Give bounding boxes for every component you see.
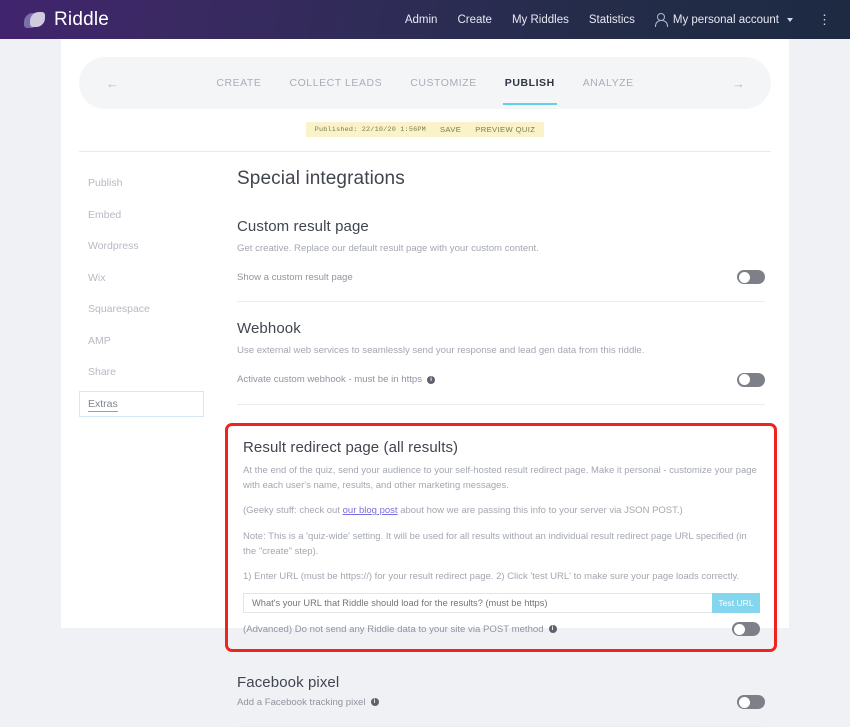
custom-result-toggle-label: Show a custom result page	[237, 272, 353, 283]
section-webhook: Webhook Use external web services to sea…	[237, 320, 765, 386]
step-navigation: ← CREATE COLLECT LEADS CUSTOMIZE PUBLISH…	[79, 57, 771, 109]
sidebar-item-wordpress[interactable]: Wordpress	[79, 233, 204, 259]
redirect-advanced-toggle[interactable]	[732, 622, 760, 636]
redirect-url-row: Test URL	[243, 593, 760, 613]
redirect-advanced-row: (Advanced) Do not send any Riddle data t…	[243, 622, 760, 636]
nav-link-my-riddles[interactable]: My Riddles	[512, 14, 569, 26]
sidebar-item-squarespace[interactable]: Squarespace	[79, 296, 204, 322]
nav-link-admin[interactable]: Admin	[405, 14, 438, 26]
brand-name: Riddle	[54, 9, 109, 31]
publish-status-bar: Published: 22/10/20 1:56PM SAVE PREVIEW …	[306, 122, 545, 137]
facebook-toggle[interactable]	[737, 695, 765, 709]
custom-result-title: Custom result page	[237, 218, 765, 235]
redirect-paragraph-4: 1) Enter URL (must be https://) for your…	[243, 570, 760, 585]
sidebar: Publish Embed Wordpress Wix Squarespace …	[79, 168, 204, 727]
riddle-logo-icon	[24, 11, 46, 29]
webhook-toggle-row: Activate custom webhook - must be in htt…	[237, 373, 765, 387]
more-options-icon[interactable]: ⋮	[813, 13, 836, 26]
facebook-title: Facebook pixel	[237, 674, 765, 691]
page-body: Publish Embed Wordpress Wix Squarespace …	[61, 152, 789, 727]
test-url-button[interactable]: Test URL	[712, 593, 760, 613]
nav-link-statistics[interactable]: Statistics	[589, 14, 635, 26]
blog-post-link[interactable]: our blog post	[343, 505, 398, 516]
chevron-down-icon	[787, 18, 793, 22]
published-timestamp: Published: 22/10/20 1:56PM	[315, 126, 426, 134]
section-custom-result-page: Custom result page Get creative. Replace…	[237, 218, 765, 284]
step-analyze[interactable]: ANALYZE	[569, 77, 648, 89]
redirect-title: Result redirect page (all results)	[243, 439, 760, 456]
sidebar-item-label: AMP	[88, 335, 111, 347]
facebook-toggle-label-text: Add a Facebook tracking pixel	[237, 697, 366, 708]
webhook-toggle[interactable]	[737, 373, 765, 387]
step-customize[interactable]: CUSTOMIZE	[396, 77, 491, 89]
sidebar-item-amp[interactable]: AMP	[79, 328, 204, 354]
redirect-paragraph-1: At the end of the quiz, send your audien…	[243, 464, 760, 493]
top-navigation-bar: Riddle Admin Create My Riddles Statistic…	[0, 0, 850, 39]
custom-result-toggle[interactable]	[737, 270, 765, 284]
sidebar-item-label: Wordpress	[88, 240, 139, 252]
custom-result-toggle-row: Show a custom result page	[237, 270, 765, 284]
info-icon[interactable]: i	[427, 376, 435, 384]
main-content: Special integrations Custom result page …	[204, 168, 771, 727]
redirect-para2-pre: (Geeky stuff: check out	[243, 505, 343, 516]
sidebar-item-embed[interactable]: Embed	[79, 202, 204, 228]
facebook-toggle-label: Add a Facebook tracking pixel i	[237, 697, 379, 708]
sidebar-item-publish[interactable]: Publish	[79, 170, 204, 196]
nav-link-create[interactable]: Create	[457, 14, 492, 26]
publish-status-row: Published: 22/10/20 1:56PM SAVE PREVIEW …	[61, 122, 789, 137]
redirect-advanced-label-text: (Advanced) Do not send any Riddle data t…	[243, 624, 544, 635]
info-icon[interactable]: i	[371, 698, 379, 706]
page-card: ← CREATE COLLECT LEADS CUSTOMIZE PUBLISH…	[61, 39, 789, 628]
custom-result-description: Get creative. Replace our default result…	[237, 242, 765, 256]
preview-quiz-button[interactable]: PREVIEW QUIZ	[475, 125, 535, 134]
nav-links-group: Admin Create My Riddles Statistics My pe…	[405, 13, 836, 26]
save-button[interactable]: SAVE	[440, 125, 461, 134]
user-icon	[655, 13, 666, 26]
redirect-para2-post: about how we are passing this info to yo…	[398, 505, 683, 516]
section-result-redirect-page: Result redirect page (all results) At th…	[225, 423, 777, 652]
webhook-description: Use external web services to seamlessly …	[237, 344, 765, 358]
redirect-paragraph-2: (Geeky stuff: check out our blog post ab…	[243, 504, 760, 519]
account-menu[interactable]: My personal account	[655, 13, 793, 26]
step-create[interactable]: CREATE	[202, 77, 275, 89]
step-collect-leads[interactable]: COLLECT LEADS	[275, 77, 396, 89]
sidebar-item-label: Extras	[88, 398, 118, 412]
section-divider	[237, 404, 765, 405]
sidebar-item-label: Wix	[88, 272, 106, 284]
webhook-title: Webhook	[237, 320, 765, 337]
webhook-toggle-label: Activate custom webhook - must be in htt…	[237, 374, 435, 385]
sidebar-item-share[interactable]: Share	[79, 359, 204, 385]
sidebar-item-label: Squarespace	[88, 303, 150, 315]
previous-step-arrow-icon[interactable]: ←	[106, 76, 119, 91]
sidebar-item-label: Publish	[88, 177, 122, 189]
section-divider	[237, 301, 765, 302]
sidebar-item-label: Embed	[88, 209, 121, 221]
redirect-advanced-label: (Advanced) Do not send any Riddle data t…	[243, 624, 557, 635]
redirect-url-input[interactable]	[243, 593, 712, 613]
sidebar-item-label: Share	[88, 366, 116, 378]
info-icon[interactable]: i	[549, 625, 557, 633]
page-title: Special integrations	[237, 168, 765, 190]
step-publish[interactable]: PUBLISH	[491, 77, 569, 89]
webhook-toggle-label-text: Activate custom webhook - must be in htt…	[237, 374, 422, 385]
facebook-toggle-row: Add a Facebook tracking pixel i	[237, 695, 765, 709]
sidebar-item-extras[interactable]: Extras	[79, 391, 204, 417]
account-label: My personal account	[673, 14, 779, 26]
redirect-paragraph-3: Note: This is a 'quiz-wide' setting. It …	[243, 530, 760, 559]
brand-logo[interactable]: Riddle	[24, 9, 109, 31]
next-step-arrow-icon[interactable]: →	[732, 76, 745, 91]
section-facebook-pixel: Facebook pixel Add a Facebook tracking p…	[237, 674, 765, 727]
steps-wrapper: ← CREATE COLLECT LEADS CUSTOMIZE PUBLISH…	[61, 39, 789, 109]
sidebar-item-wix[interactable]: Wix	[79, 265, 204, 291]
